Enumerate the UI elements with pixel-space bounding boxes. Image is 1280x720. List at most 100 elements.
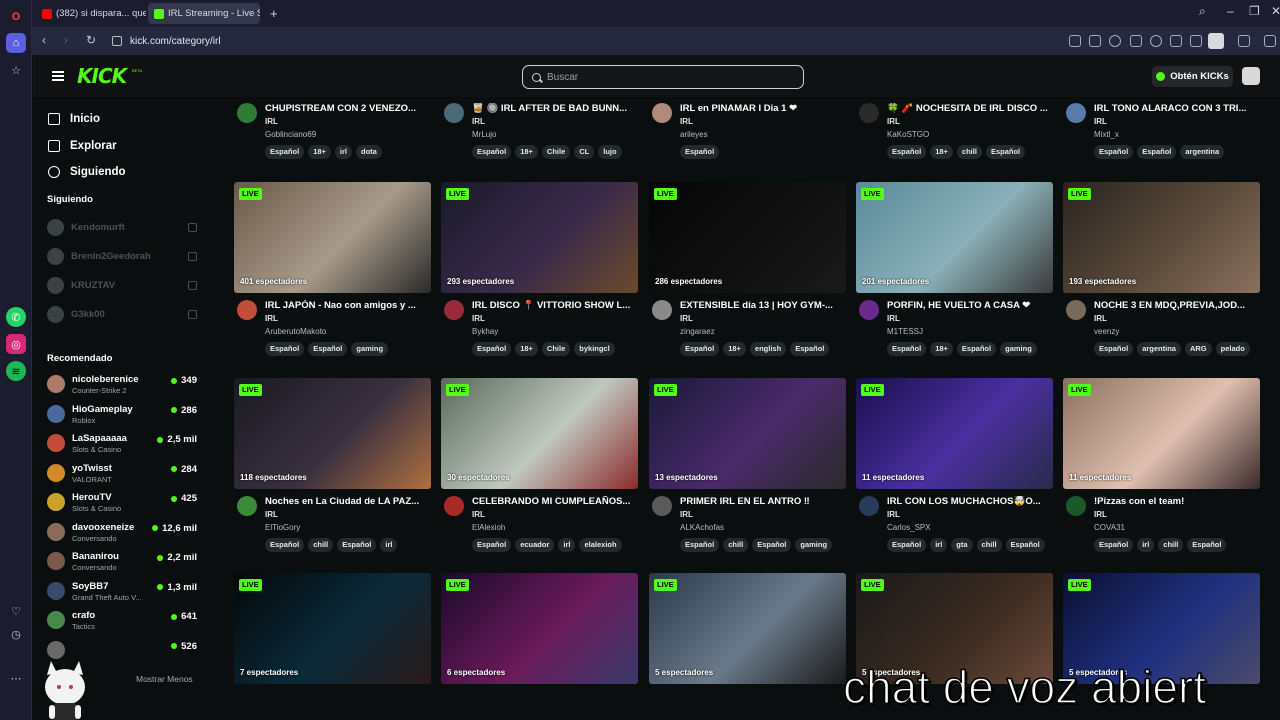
search-tabs-icon[interactable]: ⌕: [1199, 4, 1206, 19]
stream-thumbnail[interactable]: LIVE 401 espectadores: [234, 182, 431, 293]
streamer-avatar[interactable]: [859, 300, 879, 320]
stream-title[interactable]: !Pizzas con el team!: [1094, 496, 1260, 507]
maximize-button[interactable]: ❐: [1249, 4, 1260, 18]
tag-chip[interactable]: Español: [308, 342, 348, 356]
tag-chip[interactable]: bykingcl: [574, 342, 615, 356]
stream-title[interactable]: NOCHE 3 EN MDQ,PREVIA,JOD...: [1094, 300, 1260, 311]
recommended-item[interactable]: SoyBB7 Grand Theft Auto V... 1,3 mil: [47, 579, 197, 605]
tag-chip[interactable]: argentina: [1180, 145, 1225, 159]
stream-title[interactable]: 🍀 🧨 NOCHESITA DE IRL DISCO ...: [887, 103, 1053, 114]
recommended-item[interactable]: HerouTV Slots & Casino 425: [47, 490, 197, 516]
stream-category[interactable]: IRL: [1094, 510, 1107, 519]
stream-category[interactable]: IRL: [887, 117, 900, 126]
close-window-button[interactable]: ✕: [1271, 4, 1280, 18]
tag-chip[interactable]: ARG: [1184, 342, 1212, 356]
tag-chip[interactable]: pelado: [1215, 342, 1250, 356]
following-item[interactable]: Brenin2Geedorah: [47, 246, 197, 266]
tag-chip[interactable]: Español: [1094, 538, 1134, 552]
tag-chip[interactable]: chill: [723, 538, 749, 552]
tag-chip[interactable]: chill: [1158, 538, 1184, 552]
streamer-name[interactable]: Mixtl_x: [1094, 130, 1119, 139]
tag-chip[interactable]: Español: [680, 145, 720, 159]
streamer-avatar[interactable]: [237, 496, 257, 516]
tag-chip[interactable]: Español: [265, 538, 305, 552]
pin-icon[interactable]: [1264, 35, 1276, 47]
tag-chip[interactable]: irl: [558, 538, 576, 552]
stream-category[interactable]: IRL: [887, 510, 900, 519]
tag-chip[interactable]: irl: [1137, 538, 1155, 552]
streamer-name[interactable]: COVA31: [1094, 523, 1125, 532]
hamburger-menu-icon[interactable]: [52, 71, 64, 81]
stream-thumbnail[interactable]: LIVE 5 espectadores: [649, 573, 846, 684]
tag-chip[interactable]: Español: [680, 342, 720, 356]
stream-thumbnail[interactable]: LIVE 6 espectadores: [441, 573, 638, 684]
opera-logo-icon[interactable]: O: [6, 7, 26, 27]
nav-siguiendo[interactable]: Siguiendo: [48, 163, 126, 181]
tag-chip[interactable]: Español: [472, 145, 512, 159]
stream-category[interactable]: IRL: [265, 510, 278, 519]
tag-chip[interactable]: chill: [956, 145, 982, 159]
tag-chip[interactable]: Español: [1094, 342, 1134, 356]
stream-title[interactable]: CELEBRANDO MI CUMPLEAÑOS...: [472, 496, 638, 507]
minimize-button[interactable]: –: [1227, 4, 1234, 18]
stream-category[interactable]: IRL: [680, 117, 693, 126]
recommended-item[interactable]: Bananirou Conversando 2,2 mil: [47, 549, 197, 575]
stream-category[interactable]: IRL: [472, 117, 485, 126]
streamer-name[interactable]: veenzy: [1094, 327, 1119, 336]
url-field[interactable]: kick.com/category/irl: [112, 31, 1002, 51]
nav-explorar[interactable]: Explorar: [48, 137, 117, 155]
streamer-name[interactable]: ElTioGory: [265, 523, 300, 532]
stream-thumbnail[interactable]: LIVE 13 espectadores: [649, 378, 846, 489]
heart-icon[interactable]: ♡: [6, 601, 26, 621]
tag-chip[interactable]: Español: [887, 538, 927, 552]
streamer-avatar[interactable]: [1066, 300, 1086, 320]
stream-category[interactable]: IRL: [472, 510, 485, 519]
stream-category[interactable]: IRL: [265, 314, 278, 323]
tag-chip[interactable]: Chile: [541, 145, 571, 159]
tag-chip[interactable]: elalexioh: [579, 538, 622, 552]
stream-title[interactable]: EXTENSIBLE día 13 | HOY GYM-...: [680, 300, 846, 311]
stream-thumbnail[interactable]: LIVE 11 espectadores: [856, 378, 1053, 489]
tag-chip[interactable]: Español: [887, 342, 927, 356]
streamer-name[interactable]: Bykhay: [472, 327, 498, 336]
tag-chip[interactable]: gaming: [1000, 342, 1037, 356]
tag-chip[interactable]: Español: [1005, 538, 1045, 552]
streamer-avatar[interactable]: [237, 103, 257, 123]
tag-chip[interactable]: irl: [930, 538, 948, 552]
tag-chip[interactable]: chill: [308, 538, 334, 552]
streamer-avatar[interactable]: [652, 496, 672, 516]
stream-title[interactable]: PRIMER IRL EN EL ANTRO ‼: [680, 496, 846, 507]
streamer-name[interactable]: M1TESSJ: [887, 327, 923, 336]
stream-category[interactable]: IRL: [887, 314, 900, 323]
reload-icon[interactable]: ↻: [86, 33, 96, 47]
streamer-name[interactable]: AruberutoMakoto: [265, 327, 326, 336]
stream-title[interactable]: IRL en PINAMAR I Dia 1 ❤: [680, 103, 846, 114]
streamer-name[interactable]: arileyes: [680, 130, 708, 139]
tag-chip[interactable]: irl: [380, 538, 398, 552]
streamer-name[interactable]: zingaraez: [680, 327, 715, 336]
tag-chip[interactable]: Español: [265, 342, 305, 356]
stream-thumbnail[interactable]: LIVE 118 espectadores: [234, 378, 431, 489]
streamer-name[interactable]: ALKAchofas: [680, 523, 724, 532]
tag-chip[interactable]: chill: [976, 538, 1002, 552]
whatsapp-icon[interactable]: ✆: [6, 307, 26, 327]
menu-icon[interactable]: [1190, 35, 1202, 47]
camera-icon[interactable]: [1089, 35, 1101, 47]
stream-thumbnail[interactable]: LIVE 201 espectadores: [856, 182, 1053, 293]
streamer-name[interactable]: ElAlexioh: [472, 523, 505, 532]
tab-youtube[interactable]: (382) si dispara... que?! (n...: [36, 3, 146, 24]
streamer-name[interactable]: Carlos_SPX: [887, 523, 931, 532]
more-icon[interactable]: ⋯: [6, 668, 26, 688]
stream-category[interactable]: IRL: [265, 117, 278, 126]
tag-chip[interactable]: lujo: [598, 145, 622, 159]
tag-chip[interactable]: gta: [951, 538, 973, 552]
stream-title[interactable]: IRL TONO ALARACO CON 3 TRI...: [1094, 103, 1260, 114]
tag-chip[interactable]: Español: [887, 145, 927, 159]
tag-chip[interactable]: 18+: [515, 342, 538, 356]
tag-chip[interactable]: Español: [1094, 145, 1134, 159]
nav-inicio[interactable]: Inicio: [48, 110, 100, 128]
stream-title[interactable]: IRL JAPÓN - Nao con amigos y ...: [265, 300, 431, 311]
stream-title[interactable]: PORFIN, HE VUELTO A CASA ❤: [887, 300, 1053, 311]
streamer-avatar[interactable]: [652, 300, 672, 320]
tag-chip[interactable]: english: [749, 342, 787, 356]
